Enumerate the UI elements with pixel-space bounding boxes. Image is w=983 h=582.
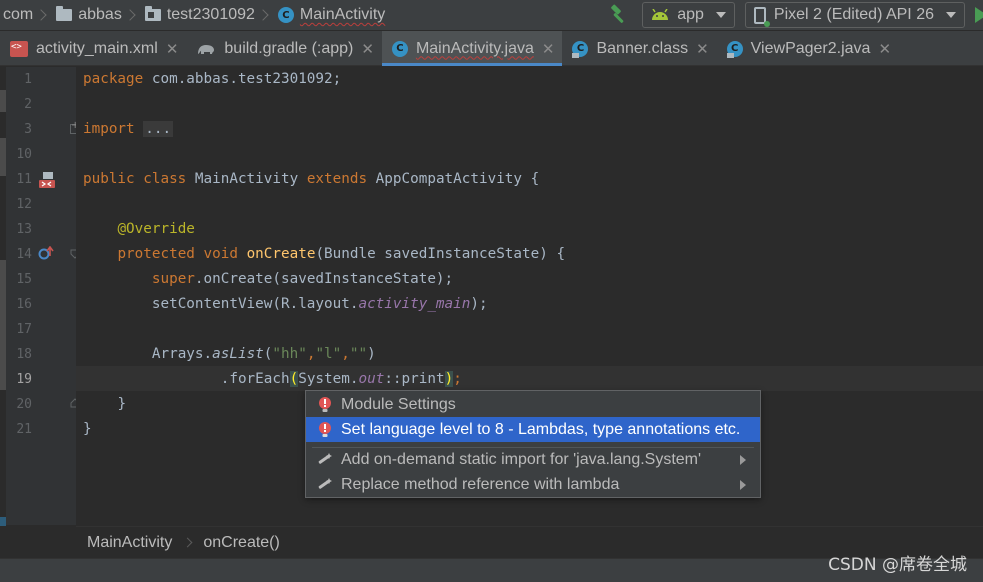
chevron-right-icon [35,9,47,21]
chevron-right-icon [257,9,269,21]
editor-tab-bar: activity_main.xml ✕ build.gradle (:app) … [0,31,983,66]
tab-label: MainActivity.java [415,39,534,57]
breadcrumb-class[interactable]: MainActivity [87,534,172,552]
line-number: 21 [16,422,32,437]
breadcrumb-gutter [0,526,76,558]
line-number: 2 [24,97,32,112]
breadcrumb-label: com [3,6,34,23]
toolbar: app Pixel 2 (Edited) API 26 [608,0,983,30]
close-icon[interactable]: ✕ [166,40,179,58]
library-class-icon: C [572,40,589,58]
submenu-arrow-icon [740,480,746,490]
line-number: 20 [16,397,32,412]
breadcrumb-item-com[interactable]: com [0,0,33,30]
error-bulb-icon [319,421,331,437]
breadcrumb-item-test2301092[interactable]: test2301092 [142,0,255,30]
line-number: 13 [16,222,32,237]
code-line-1: package com.abbas.test2301092; [83,71,342,87]
library-class-icon: C [726,40,743,58]
chevron-down-icon [715,12,726,18]
android-icon [652,9,669,20]
line-number: 16 [16,297,32,312]
line-number-current: 19 [16,372,32,387]
folder-icon [56,6,73,21]
run-config-label: app [677,6,704,23]
line-number: 18 [16,347,32,362]
run-icon[interactable] [975,7,983,23]
xml-file-icon [10,40,28,57]
navigation-bar: com abbas test2301092 C MainActivity app… [0,0,983,30]
code-line-18: Arrays.asList("hh","l","") [151,346,376,362]
chevron-right-icon [182,537,193,548]
package-folder-icon [144,6,161,21]
close-icon[interactable]: ✕ [361,40,374,58]
code-line-20: } [117,396,127,412]
activity-layout-icon[interactable] [38,171,58,189]
class-icon: C [277,7,294,23]
close-icon[interactable]: ✕ [542,40,555,58]
line-number: 15 [16,272,32,287]
tab-label: Banner.class [596,39,689,57]
breadcrumb-label: abbas [78,6,122,23]
code-line-19: .forEach(System.out::print); [220,371,462,387]
breadcrumb-label: MainActivity [299,6,386,23]
code-line-14: protected void onCreate(Bundle savedInst… [117,246,566,262]
run-configuration-select[interactable]: app [642,2,735,28]
code-line-16: setContentView(R.layout.activity_main); [151,296,488,312]
tab-viewpager2-java[interactable]: C ViewPager2.java ✕ [717,31,899,66]
line-number: 12 [16,197,32,212]
tab-build-gradle[interactable]: build.gradle (:app) ✕ [186,31,382,66]
close-icon[interactable]: ✕ [696,40,709,58]
phone-icon [753,6,770,27]
intention-icon [318,452,332,464]
tab-activity-main-xml[interactable]: activity_main.xml ✕ [0,31,186,66]
line-number: 11 [16,172,32,187]
chevron-right-icon [124,9,136,21]
breadcrumb-label: test2301092 [166,6,255,23]
popup-item-label: Module Settings [341,395,456,413]
line-number: 14 [16,247,32,262]
popup-item-label: Replace method reference with lambda [341,475,620,493]
code-line-21: } [83,421,92,437]
line-number: 10 [16,147,32,162]
watermark: CSDN @席卷全城 [828,555,967,575]
intention-icon [318,477,332,489]
line-number: 1 [24,72,32,87]
gradle-elephant-icon [198,44,215,54]
tab-label: ViewPager2.java [750,39,871,57]
popup-item-module-settings[interactable]: Module Settings [306,392,760,417]
device-label: Pixel 2 (Edited) API 26 [773,6,934,23]
breadcrumb-item-mainactivity[interactable]: C MainActivity [275,0,385,30]
folded-imports[interactable]: ... [143,121,174,137]
popup-item-label: Add on-demand static import for 'java.la… [341,450,702,468]
intention-actions-popup: Module Settings Set language level to 8 … [305,390,761,498]
popup-item-replace-with-lambda[interactable]: Replace method reference with lambda [306,472,760,497]
code-line-11: public class MainActivity extends AppCom… [83,171,540,187]
tab-mainactivity-java[interactable]: C MainActivity.java ✕ [381,31,563,66]
chevron-down-icon [946,12,956,18]
override-method-icon[interactable] [38,246,54,260]
code-line-15: super.onCreate(savedInstanceState); [151,271,454,287]
tab-label: build.gradle (:app) [224,39,354,57]
code-line-13: @Override [117,221,195,237]
popup-item-set-language-level[interactable]: Set language level to 8 - Lambdas, type … [306,417,760,442]
build-hammer-icon[interactable] [608,4,630,26]
line-number: 3 [24,122,32,137]
tab-banner-class[interactable]: C Banner.class ✕ [562,31,716,66]
submenu-arrow-icon [740,455,746,465]
device-select[interactable]: Pixel 2 (Edited) API 26 [744,2,965,28]
breadcrumb-item-abbas[interactable]: abbas [53,0,122,30]
breadcrumb-method[interactable]: onCreate() [203,534,279,552]
code-line-3: import ... [83,121,174,137]
line-number: 17 [16,322,32,337]
class-icon: C [391,40,408,57]
popup-item-add-static-import[interactable]: Add on-demand static import for 'java.la… [306,447,760,472]
popup-item-label: Set language level to 8 - Lambdas, type … [341,420,741,438]
error-bulb-icon [319,396,331,412]
tab-label: activity_main.xml [36,39,158,57]
close-icon[interactable]: ✕ [878,40,891,58]
breadcrumb: com abbas test2301092 C MainActivity [0,0,385,30]
